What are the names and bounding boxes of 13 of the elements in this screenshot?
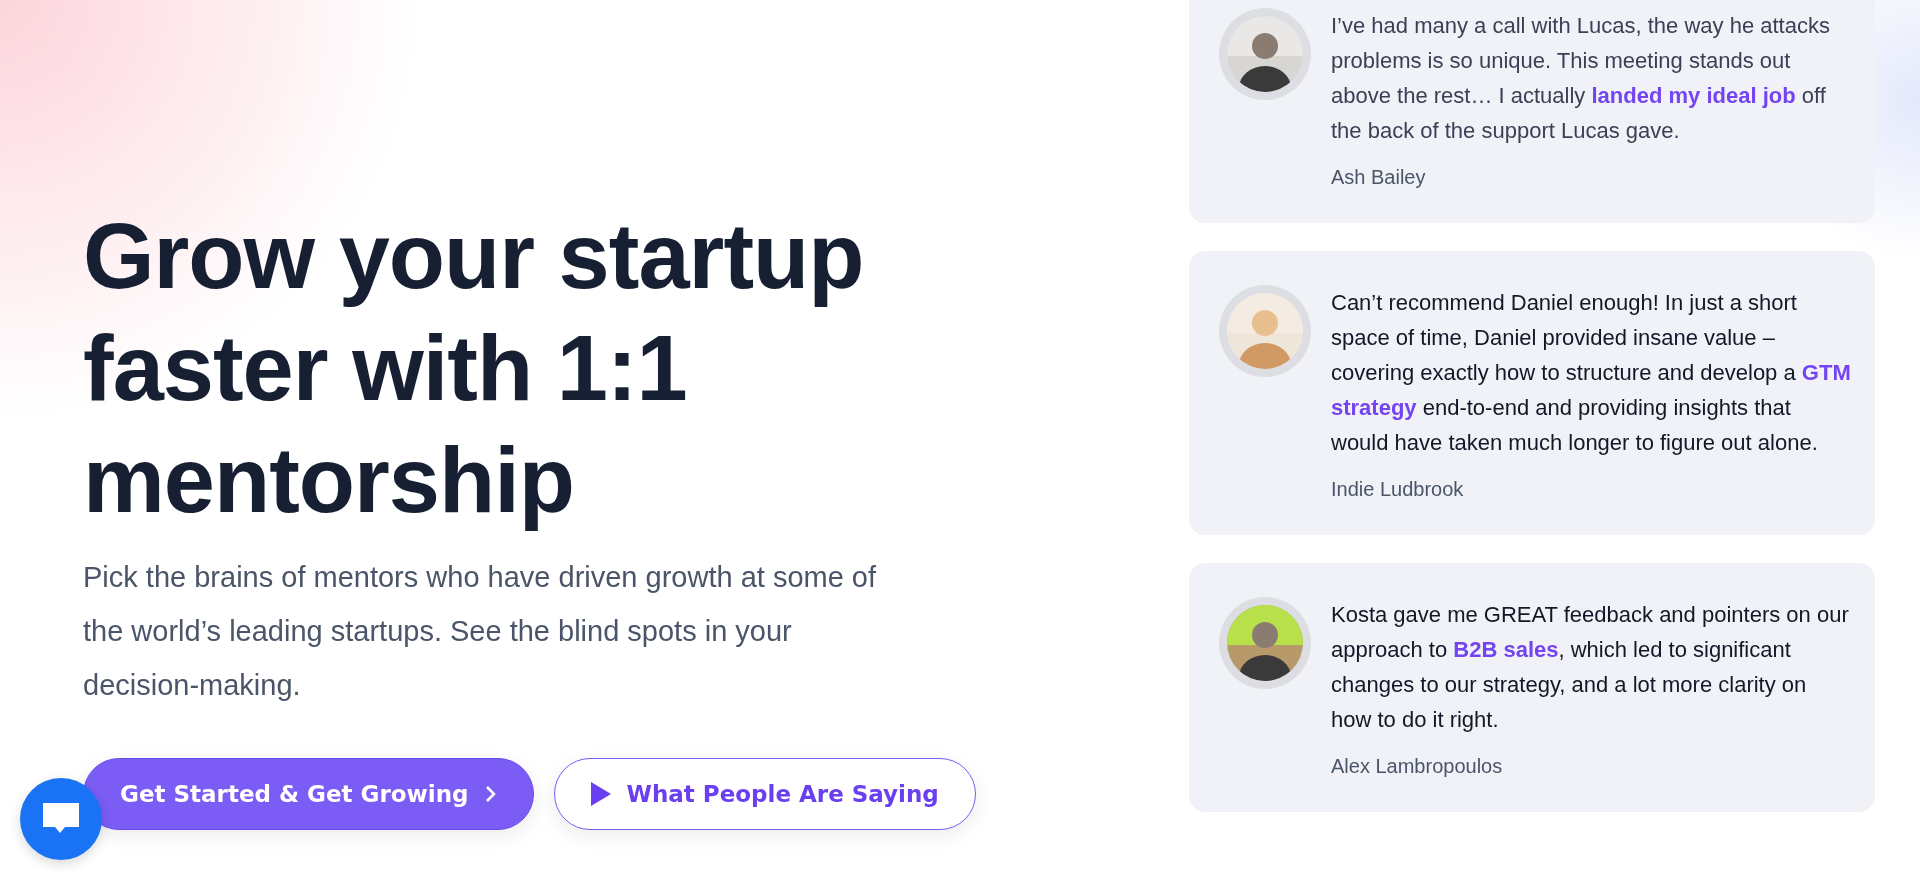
testimonial-quote: I’ve had many a call with Lucas, the way he attacks problems is so unique. This meeting stands out above the rest… I actually landed my ideal job off the back of the support Lucas gave. [1331, 12, 1831, 145]
testimonial-quote: Kosta gave me GREAT feedback and pointers on our approach to B2B sales, which led to significant changes to our strategy, and a lot more clarity on how to do it right. [1331, 601, 1850, 734]
author-name: Ash Bailey [1331, 166, 1427, 189]
hero-heading: Grow your startup faster with 1:1 mentorship [83, 204, 865, 533]
author-name: Indie Ludbrook [1331, 478, 1465, 501]
author-name: Alex Lambropoulos [1331, 755, 1504, 778]
testimonial-quote: Can’t recommend Daniel enough! In just a short space of time, Daniel provided insane value – covering exactly how to structure and develop a GTM strategy end-to-end and providing insights that would have taken much longer to figure out alone. [1331, 289, 1851, 457]
chevron-right-icon [484, 785, 497, 803]
play-icon [590, 782, 611, 806]
chat-button[interactable] [20, 778, 102, 860]
get-started-button[interactable]: Get Started & Get Growing [83, 758, 534, 830]
testimonials-button[interactable]: What People Are Saying [553, 758, 976, 830]
hero-subtitle: Pick the brains of mentors who have driven growth at some of the world’s leading startups. See the blind spots in your decision-making. [83, 560, 878, 703]
